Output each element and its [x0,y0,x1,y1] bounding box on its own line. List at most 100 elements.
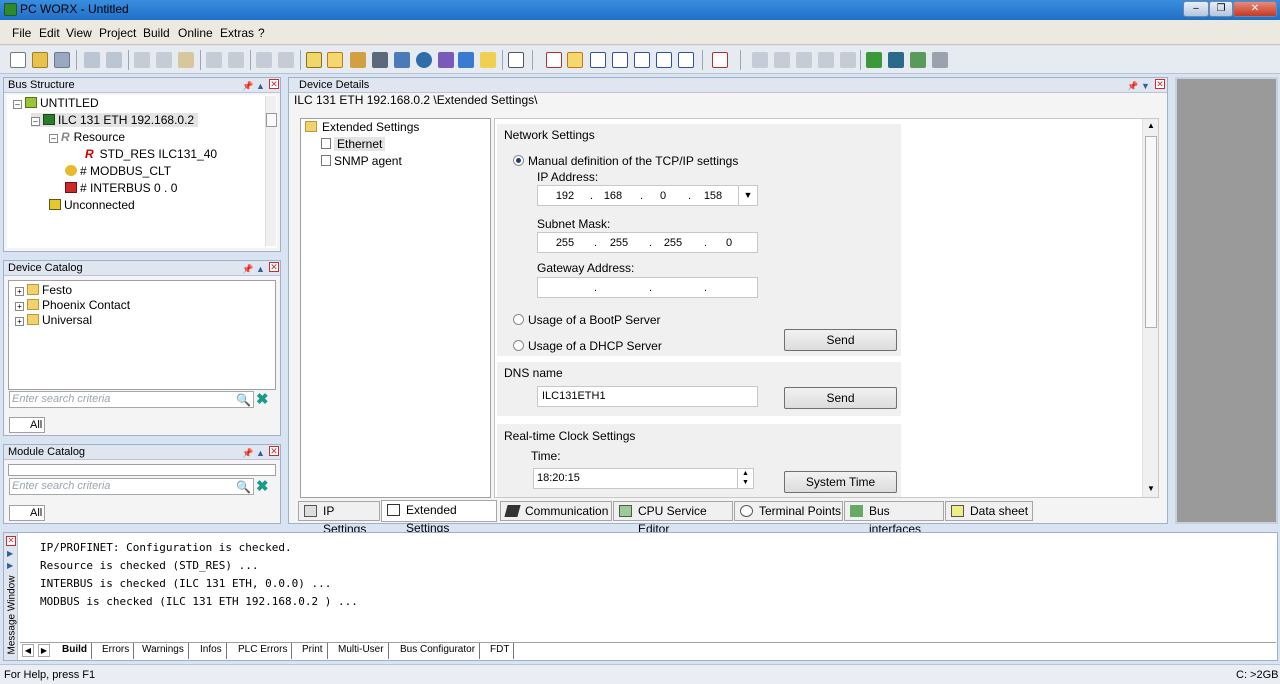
scroll-right-button[interactable]: ▶ [38,644,50,657]
chevron-up-icon[interactable]: ▲ [256,446,265,460]
maximize-button[interactable]: ❐ [1209,1,1233,17]
view-5-icon[interactable] [634,52,650,68]
tree-node-std-res[interactable]: R STD_RES ILC131_40 [85,147,217,161]
time-field[interactable]: 18:20:15 ▲ ▼ [533,468,754,489]
msg-tab-plc-errors[interactable]: PLC Errors [234,643,293,659]
nav-ethernet[interactable]: Ethernet [321,137,386,151]
table-icon[interactable] [458,52,474,68]
chevron-right-icon[interactable]: ▶ [7,561,13,570]
clear-search-icon[interactable]: ✖ [256,477,269,495]
undo-icon[interactable] [206,52,222,68]
catalog-item-universal[interactable]: + Universal [15,313,92,327]
minimize-button[interactable]: – [1183,1,1209,17]
tab-extended-settings[interactable]: Extended Settings [381,500,497,535]
rebuild-icon[interactable] [796,52,812,68]
debug-icon[interactable] [818,52,834,68]
bus-structure-icon[interactable] [327,52,343,68]
check-icon[interactable] [840,52,856,68]
globe-icon[interactable] [416,52,432,68]
dropdown-arrow-icon[interactable]: ▼ [738,186,757,205]
close-icon[interactable]: ✕ [269,79,279,89]
download-icon[interactable] [888,52,904,68]
scrollbar[interactable] [265,96,277,246]
online-icon[interactable] [910,52,926,68]
variable-icon[interactable] [438,52,454,68]
tree-node-ilc[interactable]: – ILC 131 ETH 192.168.0.2 [31,113,199,127]
catalog-item-phoenix[interactable]: + Phoenix Contact [15,298,130,312]
connect-icon[interactable] [866,52,882,68]
save-icon[interactable] [54,52,70,68]
copy-icon[interactable] [156,52,172,68]
dhcp-radio[interactable]: Usage of a DHCP Server [513,339,662,353]
time-spinner[interactable]: ▲ ▼ [737,469,753,488]
tree-node-untitled[interactable]: – UNTITLED [13,96,99,110]
zoom-in-icon[interactable] [256,52,272,68]
system-time-button[interactable]: System Time [784,471,897,493]
view-2-icon[interactable] [567,52,583,68]
tab-data-sheet[interactable]: Data sheet [945,501,1033,521]
search-icon[interactable]: 🔍 [236,393,251,407]
search-icon[interactable]: 🔍 [236,480,251,494]
zoom-out-icon[interactable] [278,52,294,68]
menu-project[interactable]: Project [99,26,136,40]
dns-send-button[interactable]: Send [784,387,897,409]
project-tree-icon[interactable] [306,52,322,68]
view-6-icon[interactable] [656,52,672,68]
scroll-left-button[interactable]: ◀ [22,644,34,657]
pin-icon[interactable]: 📌 [242,262,253,276]
chevron-up-icon[interactable]: ▲ [256,79,265,93]
close-icon[interactable]: ✕ [6,536,16,546]
bootp-radio[interactable]: Usage of a BootP Server [513,313,661,327]
manual-tcpip-radio[interactable]: Manual definition of the TCP/IP settings [513,154,738,168]
close-button[interactable]: ✕ [1233,1,1277,17]
tree-node-interbus[interactable]: # INTERBUS 0 . 0 [65,181,177,195]
make-icon[interactable] [774,52,790,68]
catalog-tab-all[interactable]: All [9,417,45,433]
print-preview-icon[interactable] [84,52,100,68]
pin-icon[interactable]: 📌 [242,446,253,460]
view-3-icon[interactable] [590,52,606,68]
catalog-item-festo[interactable]: + Festo [15,283,72,297]
close-icon[interactable]: ✕ [269,262,279,272]
vertical-scrollbar[interactable]: ▲ ▼ [1142,119,1158,497]
cut-icon[interactable] [134,52,150,68]
msg-tab-multi-user[interactable]: Multi-User [334,643,389,659]
view-4-icon[interactable] [612,52,628,68]
tools-icon[interactable] [350,52,366,68]
list-icon[interactable] [508,52,524,68]
chevron-up-icon[interactable]: ▲ [256,262,265,276]
nav-snmp-agent[interactable]: SNMP agent [321,154,402,168]
new-icon[interactable] [10,52,26,68]
window-icon[interactable] [394,52,410,68]
msg-tab-print[interactable]: Print [298,643,328,659]
pin-icon[interactable]: 📌 [1127,79,1138,93]
msg-tab-errors[interactable]: Errors [98,643,135,659]
network-send-button[interactable]: Send [784,329,897,351]
view-1-icon[interactable] [546,52,562,68]
menu-edit[interactable]: Edit [39,26,60,40]
msg-tab-warnings[interactable]: Warnings [138,643,189,659]
dns-name-field[interactable]: ILC131ETH1 [537,386,758,407]
msg-tab-build[interactable]: Build [58,643,92,659]
menu-view[interactable]: View [66,26,92,40]
pin-icon[interactable]: ▶ [7,549,13,558]
chevron-down-icon[interactable]: ▼ [1141,79,1150,93]
module-search-input[interactable]: Enter search criteria [9,478,254,495]
menu-file[interactable]: File [12,26,31,40]
pin-icon[interactable]: 📌 [242,79,253,93]
ip-address-field[interactable]: 192. 168. 0. 158 ▼ [537,185,758,206]
tab-cpu-service-editor[interactable]: CPU Service Editor [613,501,733,536]
catalog-search-input[interactable]: Enter search criteria [9,391,254,408]
clear-search-icon[interactable]: ✖ [256,390,269,408]
tab-communication[interactable]: Communication [500,501,612,521]
tab-ip-settings[interactable]: IP Settings [298,501,380,536]
msg-tab-infos[interactable]: Infos [196,643,227,659]
tree-node-modbus[interactable]: # MODBUS_CLT [65,164,171,178]
note-icon[interactable] [480,52,496,68]
menu-online[interactable]: Online [178,26,213,40]
tree-node-resource[interactable]: – R Resource [49,130,125,144]
close-icon[interactable]: ✕ [1155,79,1165,89]
menu-extras[interactable]: Extras [220,26,254,40]
msg-tab-bus-configurator[interactable]: Bus Configurator [396,643,481,659]
tab-bus-interfaces[interactable]: Bus interfaces [844,501,944,536]
